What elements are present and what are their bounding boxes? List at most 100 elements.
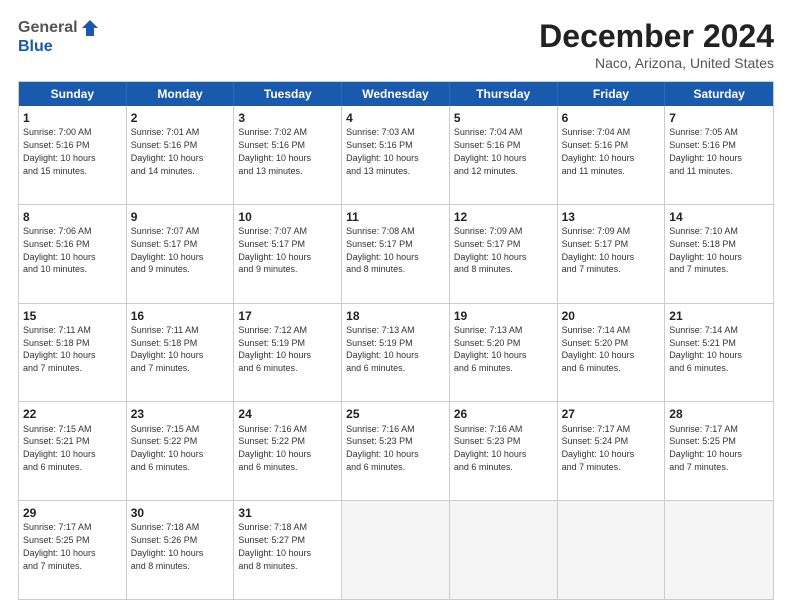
day-number: 29 xyxy=(23,505,122,521)
calendar-cell: 1Sunrise: 7:00 AM Sunset: 5:16 PM Daylig… xyxy=(19,106,127,204)
header-day-monday: Monday xyxy=(127,82,235,106)
day-number: 19 xyxy=(454,308,553,324)
calendar-cell: 18Sunrise: 7:13 AM Sunset: 5:19 PM Dayli… xyxy=(342,304,450,402)
calendar-cell: 16Sunrise: 7:11 AM Sunset: 5:18 PM Dayli… xyxy=(127,304,235,402)
calendar-cell: 4Sunrise: 7:03 AM Sunset: 5:16 PM Daylig… xyxy=(342,106,450,204)
calendar-cell: 10Sunrise: 7:07 AM Sunset: 5:17 PM Dayli… xyxy=(234,205,342,303)
day-number: 8 xyxy=(23,209,122,225)
day-info: Sunrise: 7:17 AM Sunset: 5:25 PM Dayligh… xyxy=(669,424,742,472)
day-info: Sunrise: 7:15 AM Sunset: 5:22 PM Dayligh… xyxy=(131,424,204,472)
calendar-cell: 7Sunrise: 7:05 AM Sunset: 5:16 PM Daylig… xyxy=(665,106,773,204)
day-info: Sunrise: 7:05 AM Sunset: 5:16 PM Dayligh… xyxy=(669,127,742,175)
calendar-cell xyxy=(450,501,558,599)
day-info: Sunrise: 7:14 AM Sunset: 5:20 PM Dayligh… xyxy=(562,325,635,373)
day-number: 20 xyxy=(562,308,661,324)
page: General Blue December 2024 Naco, Arizona… xyxy=(0,0,792,612)
calendar-row-5: 29Sunrise: 7:17 AM Sunset: 5:25 PM Dayli… xyxy=(19,501,773,599)
day-info: Sunrise: 7:12 AM Sunset: 5:19 PM Dayligh… xyxy=(238,325,311,373)
day-number: 7 xyxy=(669,110,769,126)
day-number: 24 xyxy=(238,406,337,422)
day-info: Sunrise: 7:09 AM Sunset: 5:17 PM Dayligh… xyxy=(562,226,635,274)
day-info: Sunrise: 7:16 AM Sunset: 5:22 PM Dayligh… xyxy=(238,424,311,472)
calendar-cell: 23 Sunrise: 7:15 AM Sunset: 5:22 PM Dayli… xyxy=(127,402,235,500)
calendar-cell: 22Sunrise: 7:15 AM Sunset: 5:21 PM Dayli… xyxy=(19,402,127,500)
day-info: Sunrise: 7:06 AM Sunset: 5:16 PM Dayligh… xyxy=(23,226,96,274)
header-day-thursday: Thursday xyxy=(450,82,558,106)
calendar-cell: 11Sunrise: 7:08 AM Sunset: 5:17 PM Dayli… xyxy=(342,205,450,303)
calendar-cell: 25 Sunrise: 7:16 AM Sunset: 5:23 PM Dayli… xyxy=(342,402,450,500)
calendar-cell xyxy=(558,501,666,599)
calendar-cell: 2Sunrise: 7:01 AM Sunset: 5:16 PM Daylig… xyxy=(127,106,235,204)
day-number: 12 xyxy=(454,209,553,225)
day-info: Sunrise: 7:10 AM Sunset: 5:18 PM Dayligh… xyxy=(669,226,742,274)
header-day-sunday: Sunday xyxy=(19,82,127,106)
day-info: Sunrise: 7:11 AM Sunset: 5:18 PM Dayligh… xyxy=(23,325,96,373)
day-number: 1 xyxy=(23,110,122,126)
location: Naco, Arizona, United States xyxy=(539,55,774,71)
calendar-cell xyxy=(342,501,450,599)
day-number: 25 xyxy=(346,406,445,422)
day-info: Sunrise: 7:18 AM Sunset: 5:26 PM Dayligh… xyxy=(131,522,204,570)
day-info: Sunrise: 7:08 AM Sunset: 5:17 PM Dayligh… xyxy=(346,226,419,274)
day-number: 13 xyxy=(562,209,661,225)
calendar-cell: 9Sunrise: 7:07 AM Sunset: 5:17 PM Daylig… xyxy=(127,205,235,303)
day-info: Sunrise: 7:07 AM Sunset: 5:17 PM Dayligh… xyxy=(238,226,311,274)
month-title: December 2024 xyxy=(539,18,774,55)
calendar-cell: 20Sunrise: 7:14 AM Sunset: 5:20 PM Dayli… xyxy=(558,304,666,402)
calendar-cell xyxy=(665,501,773,599)
day-number: 5 xyxy=(454,110,553,126)
day-info: Sunrise: 7:11 AM Sunset: 5:18 PM Dayligh… xyxy=(131,325,204,373)
title-block: December 2024 Naco, Arizona, United Stat… xyxy=(539,18,774,71)
day-number: 14 xyxy=(669,209,769,225)
day-info: Sunrise: 7:02 AM Sunset: 5:16 PM Dayligh… xyxy=(238,127,311,175)
day-number: 11 xyxy=(346,209,445,225)
calendar-cell: 13Sunrise: 7:09 AM Sunset: 5:17 PM Dayli… xyxy=(558,205,666,303)
calendar-row-3: 15Sunrise: 7:11 AM Sunset: 5:18 PM Dayli… xyxy=(19,304,773,403)
day-info: Sunrise: 7:09 AM Sunset: 5:17 PM Dayligh… xyxy=(454,226,527,274)
calendar: SundayMondayTuesdayWednesdayThursdayFrid… xyxy=(18,81,774,600)
day-info: Sunrise: 7:15 AM Sunset: 5:21 PM Dayligh… xyxy=(23,424,96,472)
day-info: Sunrise: 7:13 AM Sunset: 5:20 PM Dayligh… xyxy=(454,325,527,373)
day-number: 27 xyxy=(562,406,661,422)
day-number: 17 xyxy=(238,308,337,324)
day-number: 21 xyxy=(669,308,769,324)
calendar-cell: 5Sunrise: 7:04 AM Sunset: 5:16 PM Daylig… xyxy=(450,106,558,204)
calendar-cell: 27Sunrise: 7:17 AM Sunset: 5:24 PM Dayli… xyxy=(558,402,666,500)
day-number: 18 xyxy=(346,308,445,324)
day-info: Sunrise: 7:13 AM Sunset: 5:19 PM Dayligh… xyxy=(346,325,419,373)
calendar-cell: 24 Sunrise: 7:16 AM Sunset: 5:22 PM Dayli… xyxy=(234,402,342,500)
day-number: 31 xyxy=(238,505,337,521)
calendar-header: SundayMondayTuesdayWednesdayThursdayFrid… xyxy=(19,82,773,106)
calendar-cell: 14Sunrise: 7:10 AM Sunset: 5:18 PM Dayli… xyxy=(665,205,773,303)
logo: General Blue xyxy=(18,18,100,56)
header-day-wednesday: Wednesday xyxy=(342,82,450,106)
day-info: Sunrise: 7:04 AM Sunset: 5:16 PM Dayligh… xyxy=(454,127,527,175)
day-info: Sunrise: 7:03 AM Sunset: 5:16 PM Dayligh… xyxy=(346,127,419,175)
day-info: Sunrise: 7:16 AM Sunset: 5:23 PM Dayligh… xyxy=(346,424,419,472)
day-number: 26 xyxy=(454,406,553,422)
day-info: Sunrise: 7:07 AM Sunset: 5:17 PM Dayligh… xyxy=(131,226,204,274)
calendar-cell: 31Sunrise: 7:18 AM Sunset: 5:27 PM Dayli… xyxy=(234,501,342,599)
day-number: 6 xyxy=(562,110,661,126)
day-info: Sunrise: 7:14 AM Sunset: 5:21 PM Dayligh… xyxy=(669,325,742,373)
header-day-friday: Friday xyxy=(558,82,666,106)
day-number: 15 xyxy=(23,308,122,324)
day-number: 28 xyxy=(669,406,769,422)
day-info: Sunrise: 7:00 AM Sunset: 5:16 PM Dayligh… xyxy=(23,127,96,175)
calendar-cell: 29Sunrise: 7:17 AM Sunset: 5:25 PM Dayli… xyxy=(19,501,127,599)
header: General Blue December 2024 Naco, Arizona… xyxy=(18,18,774,71)
day-number: 3 xyxy=(238,110,337,126)
day-number: 23 xyxy=(131,406,230,422)
calendar-cell: 12Sunrise: 7:09 AM Sunset: 5:17 PM Dayli… xyxy=(450,205,558,303)
calendar-body: 1Sunrise: 7:00 AM Sunset: 5:16 PM Daylig… xyxy=(19,106,773,599)
calendar-cell: 26 Sunrise: 7:16 AM Sunset: 5:23 PM Dayli… xyxy=(450,402,558,500)
day-number: 4 xyxy=(346,110,445,126)
day-info: Sunrise: 7:01 AM Sunset: 5:16 PM Dayligh… xyxy=(131,127,204,175)
logo-blue-text: Blue xyxy=(18,38,53,56)
day-info: Sunrise: 7:16 AM Sunset: 5:23 PM Dayligh… xyxy=(454,424,527,472)
calendar-cell: 21Sunrise: 7:14 AM Sunset: 5:21 PM Dayli… xyxy=(665,304,773,402)
day-number: 2 xyxy=(131,110,230,126)
calendar-cell: 15Sunrise: 7:11 AM Sunset: 5:18 PM Dayli… xyxy=(19,304,127,402)
day-number: 10 xyxy=(238,209,337,225)
day-info: Sunrise: 7:18 AM Sunset: 5:27 PM Dayligh… xyxy=(238,522,311,570)
